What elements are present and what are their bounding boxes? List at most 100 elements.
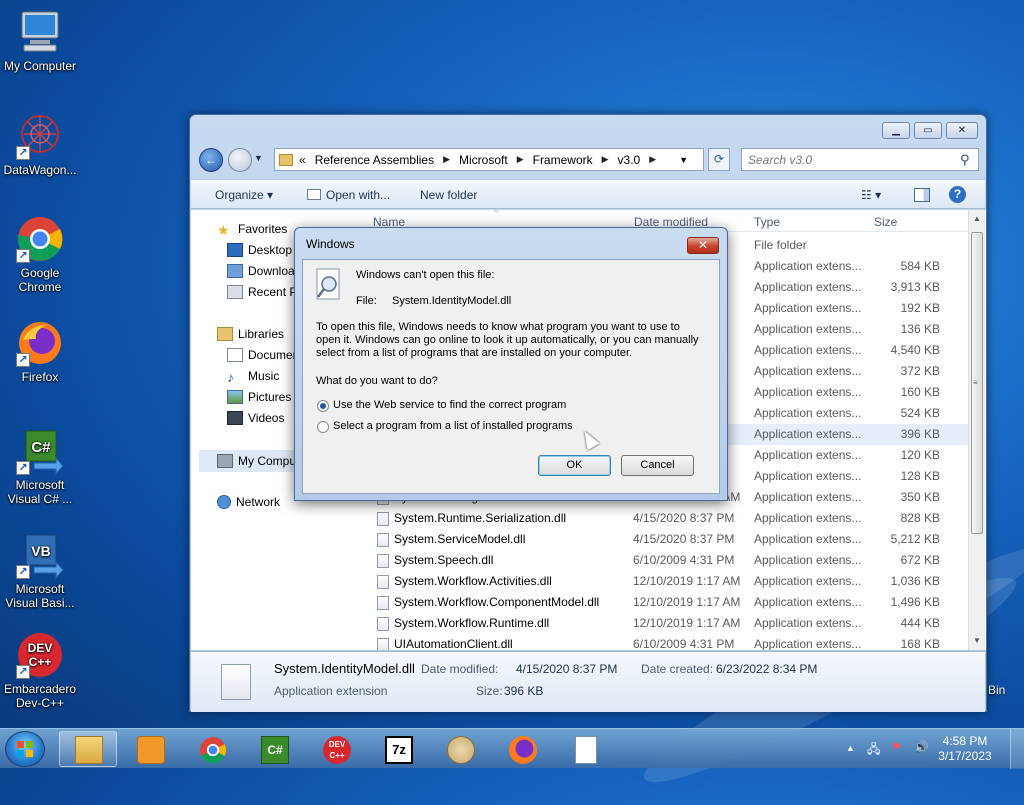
volume-icon[interactable]: 🔊 [914,740,929,754]
search-icon[interactable]: ⚲ [960,152,970,168]
breadcrumb-chevron-icon[interactable]: ▶ [602,154,609,165]
network-tray-icon[interactable]: 🖧 [867,740,880,761]
breadcrumb-item[interactable]: v3.0 [618,153,641,167]
desktop-icon-visual-basic[interactable]: VB ↗ Microsoft Visual Basi... [0,531,80,610]
file-size-cell: 120 KB [900,448,940,462]
nav-downloads[interactable]: Downloa [227,264,295,278]
recent-pages-chevron-icon[interactable]: ▼ [254,153,263,163]
breadcrumb-chevron-icon[interactable]: ▶ [443,154,450,165]
details-date-modified: 4/15/2020 8:37 PM [516,662,618,676]
desktop-icon-firefox[interactable]: ↗ Firefox [0,319,80,384]
nav-favorites[interactable]: ★ Favorites [217,222,287,238]
file-row[interactable]: System.Speech.dll 6/10/2009 4:31 PM Applic… [356,550,968,571]
taskbar-chrome[interactable] [183,731,241,767]
nav-recent-places[interactable]: Recent P [227,285,297,299]
start-button[interactable] [5,731,45,767]
file-row[interactable]: System.Workflow.ComponentModel.dll 12/10/… [356,592,968,613]
file-type-cell: Application extens... [754,532,862,546]
new-folder-button[interactable]: New folder [420,188,477,202]
file-type-cell: Application extens... [754,490,862,504]
installed-programs-option-label[interactable]: Select a program from a list of installe… [333,420,573,432]
organize-button[interactable]: Organize ▾ [215,188,273,202]
column-header-type[interactable]: Type [754,215,780,229]
file-row[interactable]: System.Workflow.Runtime.dll 12/10/2019 1:… [356,613,968,634]
search-input[interactable]: Search v3.0 [741,148,979,171]
close-window-button[interactable]: ✕ [946,122,978,139]
view-options-icon[interactable]: ☷ ▾ [861,188,881,202]
desktop-icon-dev-cpp[interactable]: DEV C++ ↗ Embarcadero Dev-C++ [0,631,80,710]
taskbar-dev-cpp[interactable]: DEV C++ [307,731,365,767]
refresh-icon[interactable]: ⟳ [708,148,730,171]
minimize-button[interactable]: ▁ [882,122,910,139]
ok-button[interactable]: OK [538,455,611,476]
nav-documents[interactable]: Documen [227,348,299,362]
clock-time: 4:58 PM [942,734,988,748]
show-desktop-button[interactable] [1010,729,1024,769]
file-name-cell: System.Runtime.Serialization.dll [394,511,567,525]
taskbar-media-player[interactable] [121,731,179,767]
file-size-cell: 584 KB [900,259,940,273]
desktop-icon-label: Microsoft Visual Basi... [5,582,75,610]
taskbar-visual-csharp[interactable]: C# [245,731,303,767]
open-with-button[interactable]: Open with... [326,188,390,202]
breadcrumb-item[interactable]: Reference Assemblies [315,153,434,167]
web-service-option-label[interactable]: Use the Web service to find the correct … [333,399,566,411]
maximize-button[interactable]: ▭ [914,122,942,139]
desktop-icon-google-chrome[interactable]: ↗ Google Chrome [0,215,80,294]
file-size-cell: 1,496 KB [890,595,940,609]
vertical-scrollbar[interactable]: ▲ ≡ ▼ [968,210,985,650]
file-date-cell: 12/10/2019 1:17 AM [633,616,741,630]
visual-csharp-icon: C# [261,736,289,764]
web-service-radio[interactable] [317,400,329,412]
taskbar-notepad[interactable] [555,731,613,767]
breadcrumb-overflow[interactable]: « [299,153,306,167]
file-name-cell: System.ServiceModel.dll [394,532,526,546]
downloads-icon [227,264,243,278]
file-row[interactable]: UIAutomationClient.dll 6/10/2009 4:31 PM A… [356,634,968,650]
installed-programs-radio[interactable] [317,421,329,433]
open-with-dialog[interactable]: Windows ✕ Windows can't open this file: … [294,227,728,501]
videos-icon [227,411,243,425]
preview-pane-icon[interactable] [914,188,930,202]
nav-libraries[interactable]: Libraries [217,327,284,341]
taskbar-firefox[interactable] [493,731,551,767]
file-row[interactable]: System.Workflow.Activities.dll 12/10/2019… [356,571,968,592]
address-bar[interactable]: « Reference Assemblies ▶ Microsoft ▶ Frame… [274,148,704,171]
action-center-icon[interactable]: ⚑ [891,740,902,754]
desktop-icon-datawagon[interactable]: ↗ DataWagon... [0,112,80,177]
desktop-icon-label: Embarcadero Dev-C++ [3,682,77,710]
file-size-cell: 4,540 KB [890,343,940,357]
file-row[interactable]: System.ServiceModel.dll 4/15/2020 8:37 PM… [356,529,968,550]
file-search-icon [316,268,340,300]
dll-file-icon [377,596,389,610]
taskbar: C# DEV C++ 7z ▲ 🖧 ⚑ 🔊 4:58 PM 3/17/2023 [0,728,1024,769]
system-clock[interactable]: 4:58 PM 3/17/2023 [930,734,1000,764]
back-button[interactable]: ← [199,148,223,172]
taskbar-paint[interactable] [431,731,489,767]
nav-pictures[interactable]: Pictures [227,390,291,404]
cancel-button[interactable]: Cancel [621,455,694,476]
taskbar-7zip[interactable]: 7z [369,731,427,767]
nav-music[interactable]: ♪ Music [227,369,279,385]
address-dropdown-icon[interactable]: ▼ [679,155,688,165]
file-row[interactable]: System.Runtime.Serialization.dll 4/15/202… [356,508,968,529]
show-hidden-icons-icon[interactable]: ▲ [846,743,855,753]
nav-desktop[interactable]: Desktop [227,243,292,257]
dev-cpp-icon: DEV C++ [323,736,351,764]
breadcrumb-item[interactable]: Microsoft [459,153,508,167]
breadcrumb-item[interactable]: Framework [533,153,593,167]
help-icon[interactable]: ? [949,186,966,203]
taskbar-explorer[interactable] [59,731,117,767]
breadcrumb-chevron-icon[interactable]: ▶ [517,154,524,165]
breadcrumb-chevron-icon[interactable]: ▶ [649,154,656,165]
column-header-size[interactable]: Size [874,215,897,229]
desktop-icon-my-computer[interactable]: My Computer [0,8,80,73]
desktop-icon-visual-csharp[interactable]: C# ↗ Microsoft Visual C# ... [0,427,80,506]
scroll-up-icon[interactable]: ▲ [973,214,981,223]
scroll-down-icon[interactable]: ▼ [973,636,981,645]
dialog-close-button[interactable]: ✕ [687,237,719,254]
forward-button[interactable] [228,148,252,172]
recycle-bin-label[interactable]: Bin [988,683,1005,697]
nav-network[interactable]: Network [217,495,280,509]
nav-videos[interactable]: Videos [227,411,284,425]
